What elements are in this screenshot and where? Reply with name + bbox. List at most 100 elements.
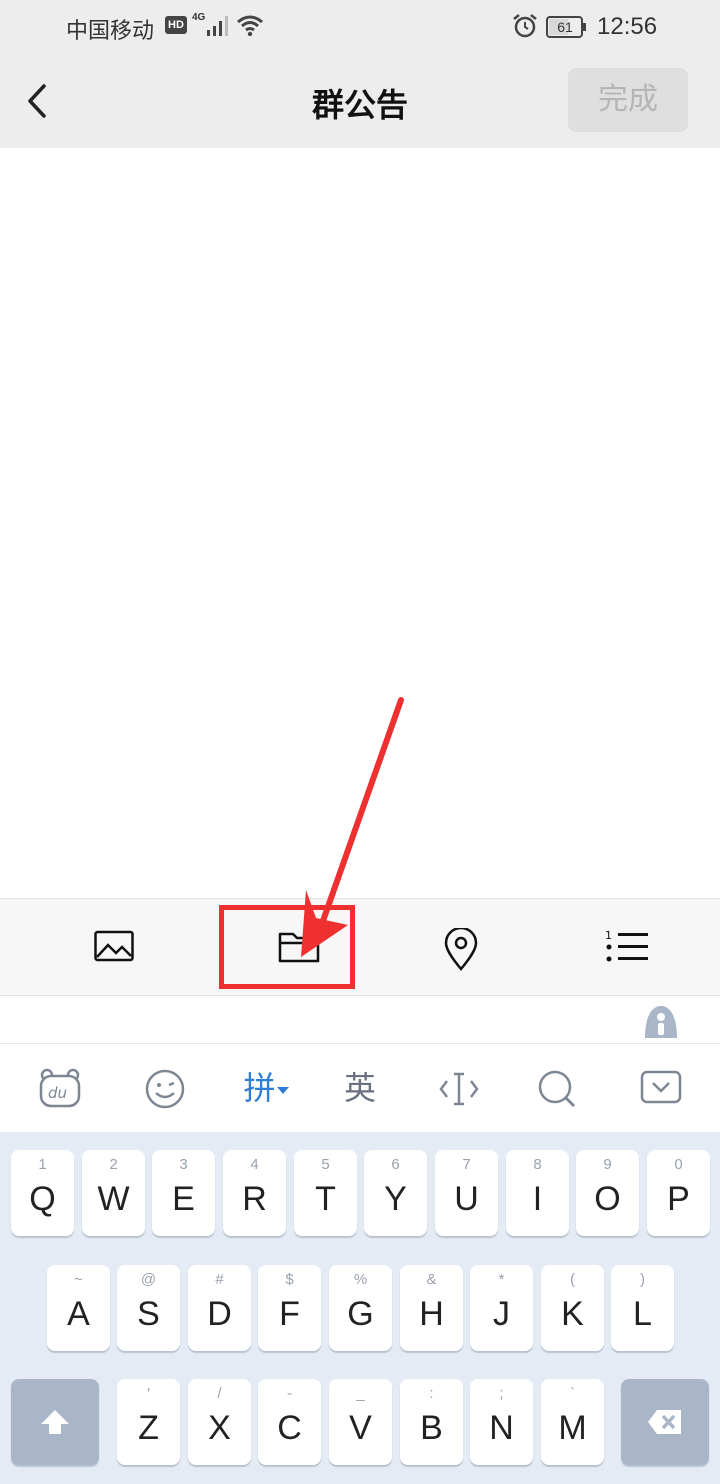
key-sub-label: 8 bbox=[533, 1156, 542, 1173]
insert-image-button[interactable] bbox=[54, 899, 174, 997]
key-x[interactable]: / X bbox=[188, 1379, 251, 1465]
emoji-button[interactable] bbox=[124, 1044, 204, 1132]
clock: 12:56 bbox=[597, 13, 658, 40]
emoji-icon bbox=[145, 1069, 185, 1109]
location-icon bbox=[444, 928, 478, 971]
key-label: W bbox=[97, 1180, 130, 1218]
hd-badge: HD bbox=[165, 16, 187, 34]
key-l[interactable]: ) L bbox=[611, 1265, 674, 1351]
key-sub-label: / bbox=[217, 1385, 222, 1402]
key-sub-label: @ bbox=[140, 1271, 157, 1288]
key-c[interactable]: -C bbox=[258, 1379, 321, 1465]
key-w[interactable]: 2W bbox=[82, 1150, 145, 1236]
search-icon bbox=[538, 1070, 576, 1108]
insert-list-button[interactable]: 1 bbox=[565, 899, 685, 997]
key-sub-label: ' bbox=[147, 1385, 150, 1402]
key-p[interactable]: 0P bbox=[647, 1150, 710, 1236]
key-sub-label: * bbox=[498, 1271, 505, 1288]
keyboard-toolbar: du 拼 英 bbox=[0, 1044, 720, 1132]
key-label: S bbox=[137, 1295, 160, 1333]
nav-bar: 群公告 完成 bbox=[0, 54, 720, 148]
key-label: L bbox=[633, 1295, 652, 1333]
key-d[interactable]: # D bbox=[188, 1265, 251, 1351]
hide-keyboard-icon bbox=[640, 1070, 682, 1104]
english-mode-button[interactable]: 英 bbox=[320, 1044, 400, 1132]
key-e[interactable]: 3E bbox=[152, 1150, 215, 1236]
key-sub-label: ( bbox=[570, 1271, 575, 1288]
key-sub-label: 7 bbox=[462, 1156, 471, 1173]
key-o[interactable]: 9O bbox=[576, 1150, 639, 1236]
key-u[interactable]: 7U bbox=[435, 1150, 498, 1236]
key-label: X bbox=[208, 1409, 231, 1447]
key-sub-label: # bbox=[215, 1271, 224, 1288]
key-v[interactable]: _ V bbox=[329, 1379, 392, 1465]
announcement-editor[interactable] bbox=[0, 148, 720, 898]
key-i[interactable]: 8I bbox=[506, 1150, 569, 1236]
backspace-key[interactable] bbox=[621, 1379, 709, 1465]
keyboard-logo-button[interactable]: du bbox=[18, 1044, 98, 1132]
key-label: K bbox=[561, 1295, 584, 1333]
key-s[interactable]: @ S bbox=[117, 1265, 180, 1351]
svg-text:du: du bbox=[48, 1084, 67, 1102]
alarm-icon bbox=[513, 14, 537, 38]
key-sub-label: - bbox=[287, 1385, 292, 1402]
key-sub-label: 6 bbox=[391, 1156, 400, 1173]
key-r[interactable]: 4R bbox=[223, 1150, 286, 1236]
key-sub-label: $ bbox=[285, 1271, 294, 1288]
du-bear-icon: du bbox=[39, 1068, 81, 1108]
key-y[interactable]: 6Y bbox=[364, 1150, 427, 1236]
key-g[interactable]: % G bbox=[329, 1265, 392, 1351]
highlight-box bbox=[219, 905, 355, 989]
account-icon[interactable] bbox=[642, 1004, 680, 1038]
done-button[interactable]: 完成 bbox=[568, 68, 688, 132]
battery-level: 61 bbox=[557, 19, 573, 35]
key-j[interactable]: * J bbox=[470, 1265, 533, 1351]
key-n[interactable]: ; N bbox=[470, 1379, 533, 1465]
key-b[interactable]: :B bbox=[400, 1379, 463, 1465]
key-sub-label: & bbox=[426, 1271, 437, 1288]
key-m[interactable]: ` M bbox=[541, 1379, 604, 1465]
key-label: B bbox=[420, 1409, 443, 1447]
key-label: J bbox=[493, 1295, 510, 1333]
pinyin-label: 拼 bbox=[243, 1069, 276, 1107]
image-icon bbox=[94, 930, 134, 962]
status-bar: 中国移动 HD 4G 61 12:56 bbox=[0, 0, 720, 54]
key-label: Z bbox=[138, 1409, 159, 1447]
shift-key[interactable] bbox=[11, 1379, 99, 1465]
key-label: H bbox=[419, 1295, 444, 1333]
keyboard-candidate-bar bbox=[0, 996, 720, 1044]
keyboard-search-button[interactable] bbox=[516, 1044, 596, 1132]
key-label: A bbox=[67, 1295, 90, 1333]
key-h[interactable]: & H bbox=[400, 1265, 463, 1351]
key-sub-label: 4 bbox=[250, 1156, 259, 1173]
cursor-button[interactable] bbox=[418, 1044, 498, 1132]
key-k[interactable]: (K bbox=[541, 1265, 604, 1351]
key-sub-label: 5 bbox=[321, 1156, 330, 1173]
keyboard-keys: 1Q 2W 3E 4R 5T 6Y 7U 8I 9O 0P ~ A @ S # D $… bbox=[0, 1132, 720, 1484]
key-label: C bbox=[277, 1409, 302, 1447]
key-label: N bbox=[489, 1409, 514, 1447]
key-q[interactable]: 1Q bbox=[11, 1150, 74, 1236]
key-sub-label: ) bbox=[640, 1271, 645, 1288]
list-icon: 1 bbox=[605, 929, 648, 962]
insert-location-button[interactable] bbox=[401, 899, 521, 997]
key-sub-label: 3 bbox=[179, 1156, 188, 1173]
key-f[interactable]: $ F bbox=[258, 1265, 321, 1351]
carrier-name: 中国移动 bbox=[66, 19, 155, 44]
key-label: Y bbox=[384, 1180, 407, 1218]
key-sub-label: ` bbox=[570, 1385, 575, 1402]
shift-icon bbox=[41, 1410, 69, 1434]
key-sub-label: 2 bbox=[109, 1156, 118, 1173]
key-t[interactable]: 5T bbox=[294, 1150, 357, 1236]
key-label: U bbox=[454, 1180, 479, 1218]
key-a[interactable]: ~ A bbox=[47, 1265, 110, 1351]
key-label: P bbox=[667, 1180, 690, 1218]
key-sub-label: : bbox=[429, 1385, 434, 1402]
key-sub-label: ; bbox=[499, 1385, 504, 1402]
pinyin-mode-button[interactable]: 拼 bbox=[226, 1044, 306, 1132]
key-label: T bbox=[315, 1180, 336, 1218]
key-z[interactable]: ' Z bbox=[117, 1379, 180, 1465]
key-sub-label: 9 bbox=[603, 1156, 612, 1173]
key-label: F bbox=[279, 1295, 300, 1333]
hide-keyboard-button[interactable] bbox=[620, 1044, 700, 1132]
